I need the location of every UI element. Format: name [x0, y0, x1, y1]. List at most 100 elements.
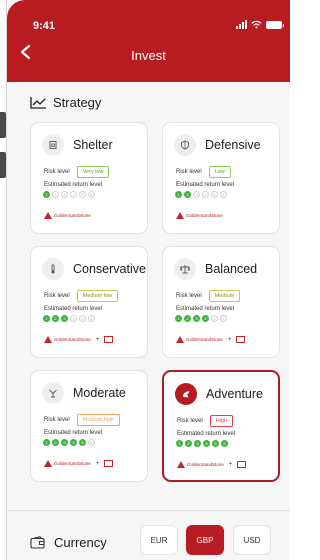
partner-logo: GoldenSandStone — [44, 460, 91, 467]
return-dot: 3 — [194, 440, 201, 447]
shield-house-icon — [42, 134, 64, 156]
partner-logos: GoldenSandStone + — [177, 461, 247, 468]
shield-icon — [174, 134, 196, 156]
plus-sign: + — [228, 461, 233, 468]
partner-logo: GoldenSandStone — [176, 336, 223, 343]
return-dot: 4 — [202, 315, 209, 322]
card-name: Balanced — [205, 262, 258, 276]
return-dot: 3 — [193, 191, 200, 198]
return-dot: 3 — [61, 191, 68, 198]
plus-sign: + — [95, 336, 100, 343]
partner-name: GoldenSandStone — [54, 461, 91, 466]
signal-icon — [236, 20, 247, 29]
return-dot: 5 — [79, 315, 86, 322]
mountain-logo-icon — [44, 212, 52, 219]
risk-row: Risk level Medium — [176, 290, 241, 302]
return-dot: 1 — [175, 315, 182, 322]
return-dot: 4 — [202, 191, 209, 198]
risk-row: Risk level Very low — [44, 166, 110, 178]
mountain-logo-icon — [177, 461, 185, 468]
currency-heading: Currency — [30, 535, 107, 550]
risk-badge: Low — [208, 166, 231, 178]
return-dot: 2 — [52, 439, 59, 446]
plus-sign: + — [227, 336, 232, 343]
risk-label: Risk level — [176, 169, 202, 175]
return-dot: 5 — [79, 439, 86, 446]
risk-badge: Medium low — [76, 290, 119, 302]
partner-name: GoldenSandStone — [186, 337, 223, 342]
status-time: 9:41 — [33, 20, 56, 32]
return-label: Estimated return level — [44, 430, 103, 436]
return-dot: 4 — [203, 440, 210, 447]
partner-logos: GoldenSandStone + — [44, 460, 114, 467]
risk-label: Risk level — [44, 417, 70, 423]
return-dot: 2 — [52, 191, 59, 198]
return-dot: 6 — [221, 440, 228, 447]
partner-name: GoldenSandStone — [54, 213, 91, 218]
return-dot: 5 — [79, 191, 86, 198]
partner-logos: GoldenSandStone + — [44, 336, 114, 343]
risk-badge: Medium high — [76, 414, 121, 426]
risk-label: Risk level — [176, 293, 202, 299]
card-header: Adventure — [175, 383, 263, 405]
return-dot: 6 — [88, 439, 95, 446]
risk-badge: Very low — [76, 166, 110, 178]
risk-row: Risk level Medium high — [44, 414, 121, 426]
return-dot: 6 — [220, 191, 227, 198]
strategy-card-shelter[interactable]: Shelter Risk level Very low Estimated retur… — [30, 122, 148, 234]
currency-option-usd[interactable]: USD — [233, 525, 271, 555]
top-app-bar: 9:41 Invest — [7, 0, 290, 82]
thermometer-icon — [42, 258, 64, 280]
card-header: Defensive — [174, 134, 261, 156]
phone-screen: 9:41 Invest Strategy Shelter Risk level Ve… — [0, 0, 290, 560]
wifi-icon — [251, 20, 262, 29]
risk-badge: High — [209, 415, 233, 427]
return-level-dots: 123456 — [176, 440, 228, 447]
partner-logos: GoldenSandStone — [44, 212, 91, 219]
risk-row: Risk level High — [177, 415, 233, 427]
return-level-dots: 123456 — [175, 315, 227, 322]
return-dot: 1 — [43, 315, 50, 322]
return-dot: 2 — [184, 315, 191, 322]
currency-option-gbp[interactable]: GBP — [186, 525, 224, 555]
strategy-card-defensive[interactable]: Defensive Risk level Low Estimated return l… — [162, 122, 280, 234]
return-dot: 5 — [211, 191, 218, 198]
return-dot: 4 — [70, 191, 77, 198]
strategy-card-conservative[interactable]: Conservative Risk level Medium low Estimate… — [30, 246, 148, 358]
return-label: Estimated return level — [176, 306, 235, 312]
return-dot: 1 — [43, 439, 50, 446]
return-dot: 5 — [211, 315, 218, 322]
return-dot: 6 — [88, 315, 95, 322]
partner-badge-icon — [237, 461, 247, 468]
side-button — [0, 152, 6, 178]
card-header: Conservative — [42, 258, 146, 280]
currency-option-eur[interactable]: EUR — [140, 525, 178, 555]
plus-sign: + — [95, 460, 100, 467]
chart-line-icon — [30, 97, 46, 109]
card-header: Shelter — [42, 134, 113, 156]
currency-title: Currency — [54, 535, 107, 550]
return-label: Estimated return level — [176, 182, 235, 188]
second-partner-logo — [104, 336, 114, 343]
return-level-dots: 123456 — [43, 191, 95, 198]
return-dot: 2 — [185, 440, 192, 447]
risk-row: Risk level Medium low — [44, 290, 119, 302]
partner-logos: GoldenSandStone — [176, 212, 223, 219]
strategy-card-adventure[interactable]: Adventure Risk level High Estimated return … — [162, 370, 280, 482]
partner-logos: GoldenSandStone + — [176, 336, 246, 343]
partner-badge-icon — [104, 336, 114, 343]
return-dot: 3 — [61, 439, 68, 446]
partner-name: GoldenSandStone — [186, 213, 223, 218]
status-icons — [236, 20, 284, 29]
return-dot: 6 — [220, 315, 227, 322]
card-header: Moderate — [42, 382, 126, 404]
card-header: Balanced — [174, 258, 257, 280]
strategy-card-moderate[interactable]: Moderate Risk level Medium high Estimated r… — [30, 370, 148, 482]
partner-name: GoldenSandStone — [54, 337, 91, 342]
return-dot: 6 — [88, 191, 95, 198]
battery-icon — [266, 20, 284, 29]
mountain-logo-icon — [44, 336, 52, 343]
mountain-logo-icon — [176, 336, 184, 343]
strategy-card-balanced[interactable]: Balanced Risk level Medium Estimated return… — [162, 246, 280, 358]
return-label: Estimated return level — [177, 431, 236, 437]
